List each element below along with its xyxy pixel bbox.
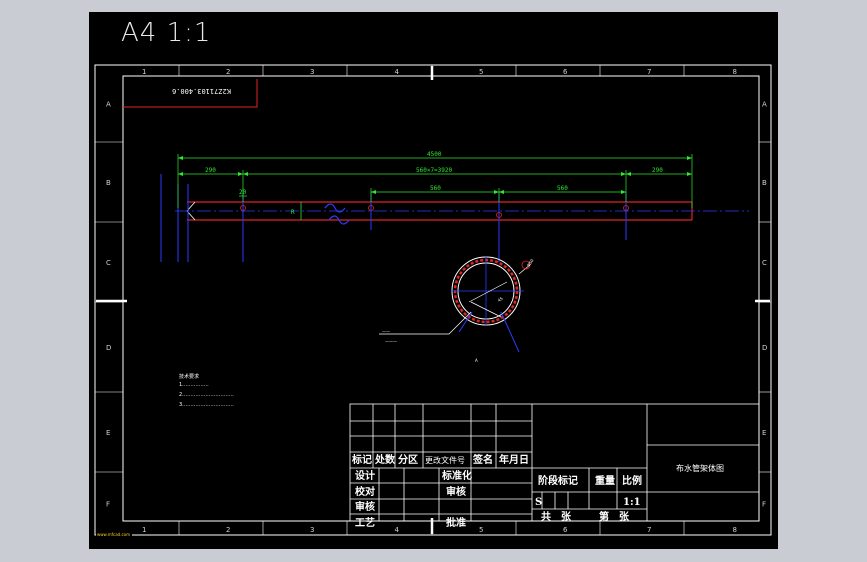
tb-weight: 重量 bbox=[595, 474, 615, 487]
section-diameter: Φ50 bbox=[526, 258, 535, 268]
dim-left-end: 290 bbox=[205, 167, 216, 174]
zone-col-6-top: 6 bbox=[563, 68, 568, 76]
note-3: 3.………………………… bbox=[179, 402, 234, 408]
tb-scale-label: 比例 bbox=[622, 474, 642, 487]
dimension-lines bbox=[177, 154, 693, 208]
zone-col-8-bottom: 8 bbox=[733, 526, 737, 534]
tb-sign: 签名 bbox=[472, 453, 493, 466]
leader-note: —— bbox=[382, 329, 390, 334]
tb-change-doc: 更改文件号 bbox=[425, 455, 465, 465]
break-symbol bbox=[324, 203, 350, 225]
tb-zone: 分区 bbox=[398, 453, 418, 466]
zone-col-1-top: 1 bbox=[142, 68, 146, 76]
zone-row-F-left: F bbox=[106, 501, 110, 509]
tb-drawing-name: 布水管架体图 bbox=[676, 463, 724, 473]
zone-col-6-bottom: 6 bbox=[563, 526, 568, 534]
note-title: 技术要求 bbox=[179, 373, 199, 380]
section-view: Φ50 45 —— ——— A bbox=[379, 256, 535, 363]
tb-review: 审核 bbox=[446, 485, 466, 498]
zone-row-C-right: C bbox=[762, 259, 767, 267]
zone-col-2-bottom: 2 bbox=[226, 526, 230, 534]
dim-spacing-a: 560 bbox=[430, 185, 441, 192]
dim-hole-dia: 20 bbox=[239, 189, 247, 196]
radius-dim: R bbox=[291, 209, 295, 216]
section-inner: 45 bbox=[497, 296, 504, 303]
tb-mark: 标记 bbox=[351, 453, 372, 466]
zone-col-5-top: 5 bbox=[479, 68, 483, 76]
zone-row-B-left: B bbox=[106, 179, 111, 187]
zone-col-7-bottom: 7 bbox=[647, 526, 651, 534]
note-1: 1.…………… bbox=[179, 382, 209, 388]
tb-design: 设计 bbox=[355, 469, 375, 482]
tb-date: 年月日 bbox=[499, 453, 529, 466]
drawing-canvas: 12345678 12345678 ABCDEF ABCDEF K2Z71103… bbox=[94, 64, 772, 537]
tb-process: 工艺 bbox=[355, 516, 375, 529]
zone-column-labels-bottom: 1 2 3 4 5 6 7 8 bbox=[142, 526, 737, 534]
zone-col-4-top: 4 bbox=[395, 68, 400, 76]
corner-stamp: www.mfcad.com bbox=[97, 532, 130, 537]
zone-col-2-top: 2 bbox=[226, 68, 230, 76]
zone-row-A-right: A bbox=[762, 101, 767, 109]
zone-col-5-bottom: 5 bbox=[479, 526, 483, 534]
cad-viewport[interactable]: A4 1:1 12345678 12345678 ABCDEF ABCDEF K… bbox=[89, 12, 778, 549]
zone-col-3-bottom: 3 bbox=[310, 526, 314, 534]
zone-col-3-top: 3 bbox=[310, 68, 314, 76]
zone-col-1-bottom: 1 bbox=[142, 526, 146, 534]
zone-col-7-top: 7 bbox=[647, 68, 651, 76]
zone-row-D-left: D bbox=[106, 344, 111, 352]
zone-row-E-left: E bbox=[106, 429, 110, 437]
zone-row-labels-right: A B C D E F bbox=[762, 101, 767, 509]
leader-sub: ——— bbox=[385, 339, 397, 344]
dim-total: 4500 bbox=[427, 151, 442, 158]
tb-stage-value: S bbox=[535, 497, 542, 508]
zone-row-C-left: C bbox=[106, 259, 111, 267]
tb-approve: 批准 bbox=[446, 516, 466, 529]
part-number: K2Z71103.400.6 bbox=[172, 87, 231, 95]
dim-spacing-b: 560 bbox=[557, 185, 568, 192]
note-2: 2.………………………… bbox=[179, 392, 234, 398]
drawing-border bbox=[122, 75, 760, 522]
zone-row-labels-left: A B C D E F bbox=[106, 101, 111, 509]
zone-col-8-top: 8 bbox=[733, 68, 737, 76]
pipe-front-view: R bbox=[160, 174, 749, 262]
zone-row-B-right: B bbox=[762, 179, 767, 187]
dim-spacing-total: 560×7=3920 bbox=[416, 167, 453, 174]
technical-notes: 技术要求 1.…………… 2.………………………… 3.………………………… bbox=[179, 373, 234, 408]
zone-column-labels-top: 1 2 3 4 5 6 7 8 bbox=[142, 68, 737, 76]
zone-row-E-right: E bbox=[762, 429, 766, 437]
zone-row-F-right: F bbox=[762, 501, 766, 509]
tb-sheet-no: 第 张 bbox=[599, 510, 630, 523]
title-block-text: 标记 处数 分区 更改文件号 签名 年月日 设计 标准化 校对 审核 审核 工艺… bbox=[351, 453, 724, 529]
tb-scale-value: 1:1 bbox=[623, 497, 641, 508]
tb-standard: 标准化 bbox=[441, 469, 472, 482]
tb-stage-mark: 阶段标记 bbox=[538, 474, 578, 487]
tb-review-2: 审核 bbox=[355, 500, 375, 513]
tb-total-sheets: 共 张 bbox=[541, 510, 572, 523]
view-label: A bbox=[475, 358, 478, 363]
zone-row-A-left: A bbox=[106, 101, 111, 109]
part-number-box: K2Z71103.400.6 bbox=[123, 79, 258, 108]
tb-check: 校对 bbox=[355, 485, 375, 498]
zone-row-D-right: D bbox=[762, 344, 767, 352]
tb-count: 处数 bbox=[374, 453, 396, 466]
zone-col-4-bottom: 4 bbox=[395, 526, 400, 534]
dim-right-end: 290 bbox=[652, 167, 663, 174]
